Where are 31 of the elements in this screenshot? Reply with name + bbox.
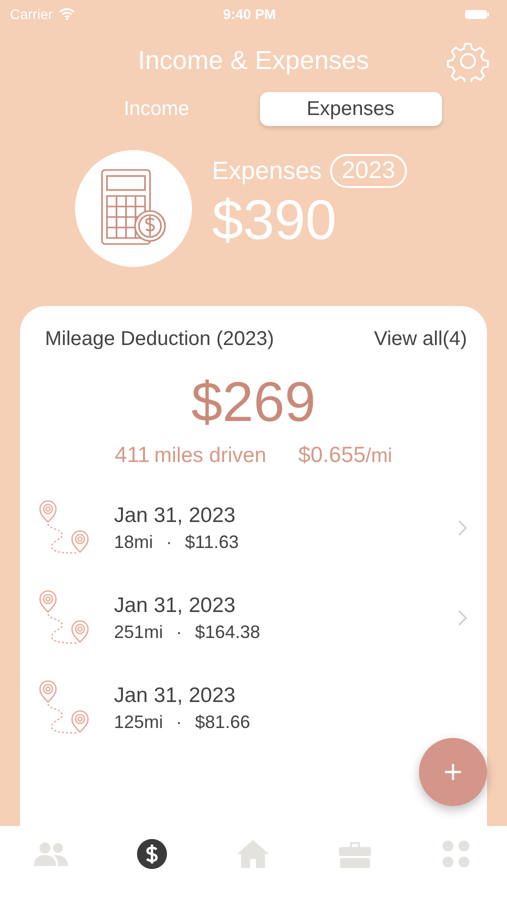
mileage-rate: $0.655/mi: [298, 442, 392, 468]
chevron-icon: [458, 610, 467, 626]
trip-details: 125mi · $81.66: [114, 712, 252, 732]
trip-date: Jan 31, 2023: [114, 684, 236, 708]
chevron-icon: [458, 520, 467, 536]
card-title: Mileage Deduction (2023): [45, 328, 274, 351]
trip-date: Jan 31, 2023: [114, 594, 236, 618]
view-all-link[interactable]: View all(4): [374, 328, 467, 351]
plus-icon: [444, 763, 462, 781]
trip-details: 251mi · $164.38: [114, 622, 262, 642]
apps-icon[interactable]: [442, 840, 470, 868]
trip-row[interactable]: Jan 31, 2023 125mi · $81.66: [20, 680, 487, 736]
miles-driven: 411 miles driven: [114, 442, 266, 468]
dollar-icon[interactable]: [137, 839, 168, 869]
summary-label: Expenses: [212, 156, 322, 186]
segment-tab[interactable]: Expenses: [260, 92, 442, 126]
trip-details: 18mi · $11.63: [114, 532, 240, 552]
battery-icon: [464, 8, 489, 20]
home-icon[interactable]: [236, 839, 270, 869]
clock: 9:40 PM: [223, 6, 276, 22]
briefcase-icon[interactable]: [338, 840, 371, 868]
people-icon[interactable]: [32, 840, 69, 868]
page-title: Income & Expenses: [138, 44, 370, 76]
total-amount: $390: [212, 188, 338, 252]
settings-icon[interactable]: [447, 40, 489, 82]
deduction-amount: $269: [190, 369, 317, 434]
wifi-icon: [58, 8, 75, 20]
trip-row[interactable]: Jan 31, 2023 18mi · $11.63: [20, 500, 487, 556]
trip-row[interactable]: Jan 31, 2023 251mi · $164.38: [20, 590, 487, 646]
carrier-label: Carrier: [10, 6, 53, 22]
trip-date: Jan 31, 2023: [114, 504, 236, 528]
